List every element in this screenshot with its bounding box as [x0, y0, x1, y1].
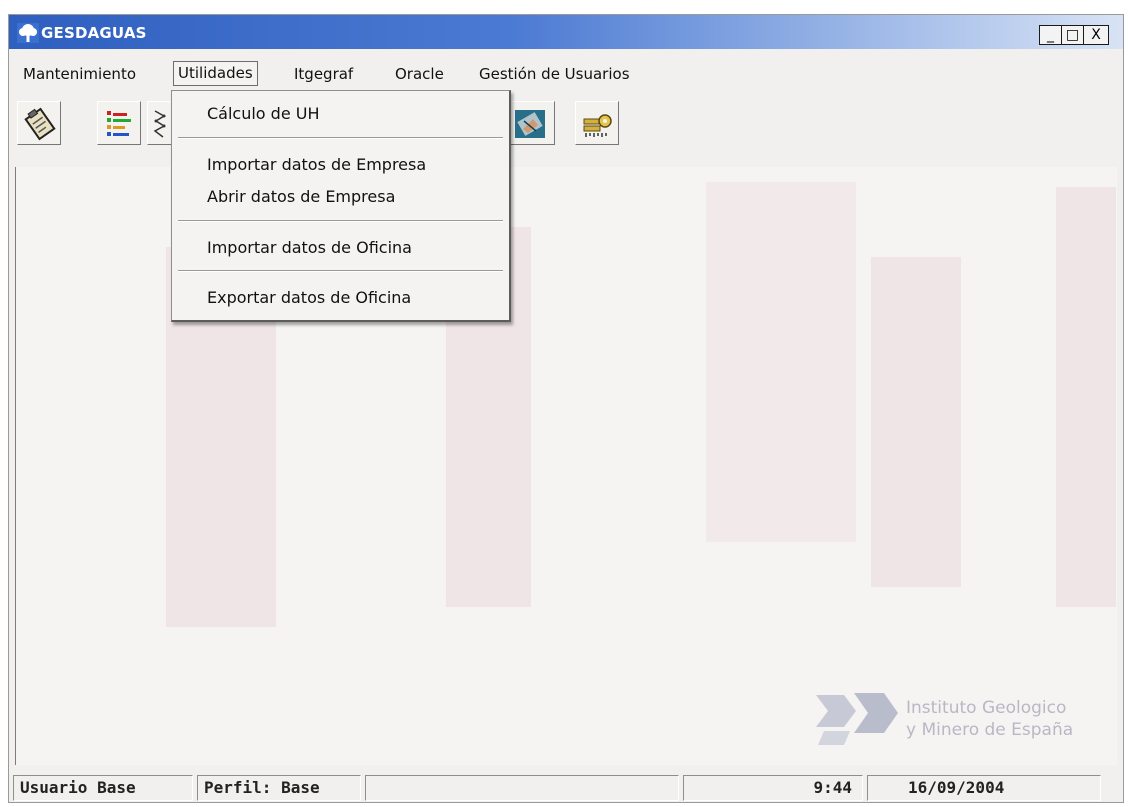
menu-item-exportar-oficina[interactable]: Exportar datos de Oficina [207, 288, 411, 307]
window-title: GESDAGUAS [41, 24, 147, 42]
status-time: 9:44 [683, 775, 863, 801]
toolbar-button-diagram[interactable] [147, 101, 173, 145]
menu-oracle[interactable]: Oracle [395, 65, 444, 83]
watermark-shape [706, 182, 856, 542]
utilidades-dropdown-menu: Cálculo de UH Importar datos de Empresa … [171, 90, 511, 322]
toolbar-button-chart[interactable] [97, 101, 141, 145]
institution-logo-text: Instituto Geologico y Minero de España [906, 697, 1073, 741]
status-empty-panel [365, 775, 679, 801]
minimize-button[interactable]: _ [1039, 25, 1061, 45]
menu-item-importar-empresa[interactable]: Importar datos de Empresa [207, 155, 426, 174]
menu-separator [178, 220, 503, 222]
menu-item-calculo-uh[interactable]: Cálculo de UH [207, 104, 320, 123]
igme-logo-icon [816, 693, 898, 745]
menu-separator [178, 137, 503, 139]
menu-mantenimiento[interactable]: Mantenimiento [23, 65, 136, 83]
logo-line-2: y Minero de España [906, 720, 1074, 740]
keys-icon [583, 114, 612, 137]
menu-item-importar-oficina[interactable]: Importar datos de Oficina [207, 238, 412, 257]
status-user: Usuario Base [13, 775, 193, 801]
watermark-shape [1056, 187, 1116, 607]
menu-gestion-usuarios[interactable]: Gestión de Usuarios [479, 65, 630, 83]
toolbar-button-keys[interactable] [575, 101, 619, 145]
status-profile: Perfil: Base [197, 775, 361, 801]
clipboard-icon [24, 107, 56, 141]
map-icon [515, 110, 545, 138]
diagram-icon [153, 110, 166, 138]
menu-itgegraf[interactable]: Itgegraf [294, 65, 353, 83]
tree-icon [17, 23, 39, 43]
toolbar-button-map[interactable] [505, 101, 555, 145]
menu-utilidades[interactable]: Utilidades [173, 61, 258, 86]
title-bar[interactable]: GESDAGUAS _ □ X [9, 15, 1123, 49]
bar-chart-icon [107, 111, 131, 136]
menu-bar: Mantenimiento Utilidades Itgegraf Oracle… [9, 59, 1123, 89]
close-button[interactable]: X [1083, 25, 1109, 45]
logo-line-1: Instituto Geologico [906, 698, 1067, 718]
maximize-button[interactable]: □ [1061, 25, 1083, 45]
status-bar: Usuario Base Perfil: Base 9:44 16/09/200… [9, 772, 1123, 802]
toolbar-button-clipboard[interactable] [17, 101, 61, 145]
menu-item-abrir-empresa[interactable]: Abrir datos de Empresa [207, 187, 395, 206]
watermark-shape [871, 257, 961, 587]
menu-separator [178, 270, 503, 272]
status-date: 16/09/2004 [867, 775, 1101, 801]
